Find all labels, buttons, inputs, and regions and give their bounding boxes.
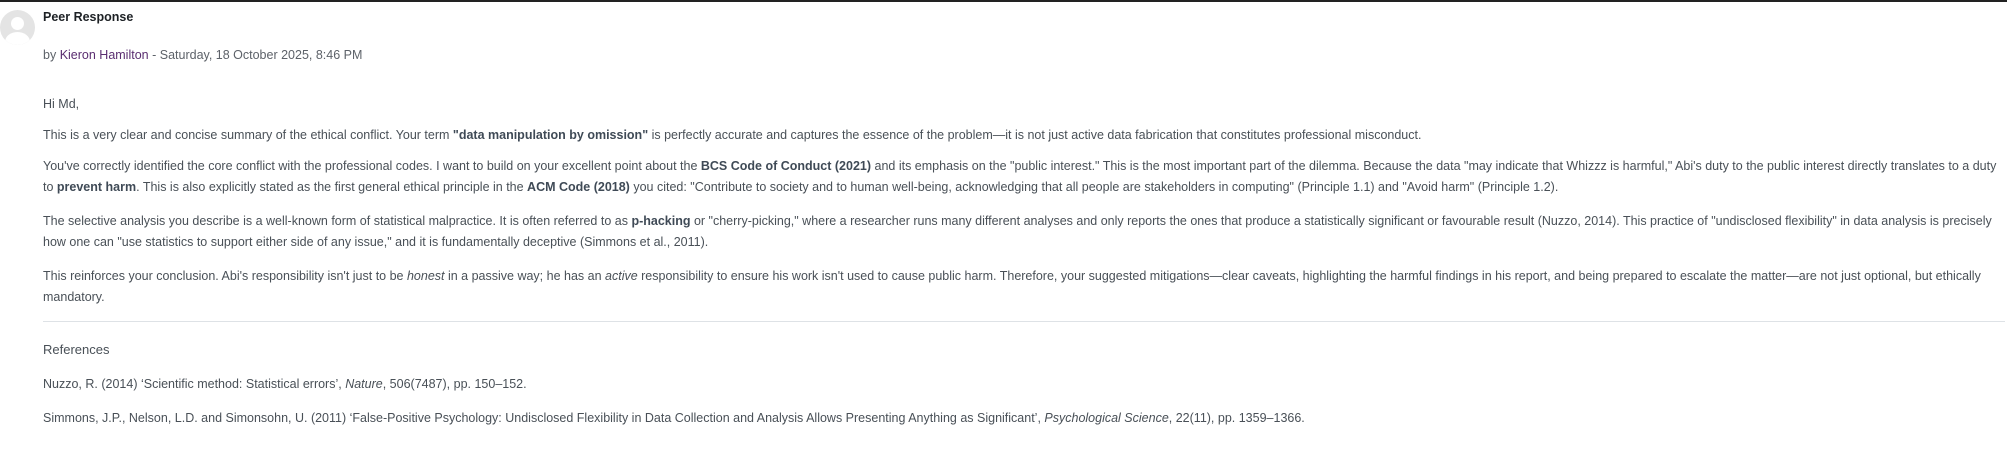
bold-term: p-hacking: [631, 214, 691, 228]
references-section: References Nuzzo, R. (2014) ‘Scientific …: [43, 340, 2005, 428]
text: in a passive way; he has an: [444, 269, 606, 283]
bold-term: prevent harm: [56, 180, 137, 194]
paragraph-3: The selective analysis you describe is a…: [43, 211, 2005, 253]
text: . This is also explicitly stated as the …: [136, 180, 528, 194]
italic-term: honest: [406, 269, 445, 283]
byline-separator: -: [148, 48, 160, 62]
forum-post: Peer Response by Kieron Hamilton - Satur…: [43, 8, 2005, 442]
journal-name: Nature: [345, 377, 383, 391]
post-date: Saturday, 18 October 2025, 8:46 PM: [159, 48, 363, 62]
text: , 506(7487), pp. 150–152.: [382, 377, 527, 391]
byline-prefix: by: [43, 48, 57, 62]
text: Nuzzo, R. (2014) ‘Scientific method: Sta…: [43, 377, 346, 391]
avatar-head-shape: [11, 17, 24, 30]
divider: [43, 321, 2005, 322]
author-link[interactable]: Kieron Hamilton: [60, 48, 149, 62]
text: you cited: "Contribute to society and to…: [629, 180, 1559, 194]
author-avatar[interactable]: [0, 10, 35, 45]
post-subject: Peer Response: [43, 10, 134, 24]
bold-term: BCS Code of Conduct (2021): [700, 159, 872, 173]
text: This is a very clear and concise summary…: [43, 128, 453, 142]
text: This reinforces your conclusion. Abi's r…: [43, 269, 407, 283]
text: Simmons, J.P., Nelson, L.D. and Simonsoh…: [43, 411, 1045, 425]
post-byline: by Kieron Hamilton - Saturday, 18 Octobe…: [43, 46, 2005, 64]
reference-1: Nuzzo, R. (2014) ‘Scientific method: Sta…: [43, 374, 2005, 394]
text: is perfectly accurate and captures the e…: [648, 128, 1422, 142]
greeting: Hi Md,: [43, 97, 80, 111]
journal-name: Psychological Science: [1044, 411, 1169, 425]
bold-term: ACM Code (2018): [527, 180, 630, 194]
paragraph-2: You've correctly identified the core con…: [43, 156, 2005, 198]
text: , 22(11), pp. 1359–1366.: [1168, 411, 1305, 425]
post-content: Hi Md, This is a very clear and concise …: [43, 94, 2005, 428]
reference-2: Simmons, J.P., Nelson, L.D. and Simonsoh…: [43, 408, 2005, 428]
bold-term: "data manipulation by omission": [452, 128, 649, 142]
references-title: References: [43, 342, 110, 357]
text: You've correctly identified the core con…: [43, 159, 701, 173]
text: The selective analysis you describe is a…: [43, 214, 632, 228]
avatar-body-shape: [5, 32, 30, 45]
paragraph-4: This reinforces your conclusion. Abi's r…: [43, 266, 2005, 308]
italic-term: active: [605, 269, 638, 283]
paragraph-1: This is a very clear and concise summary…: [43, 125, 2005, 146]
